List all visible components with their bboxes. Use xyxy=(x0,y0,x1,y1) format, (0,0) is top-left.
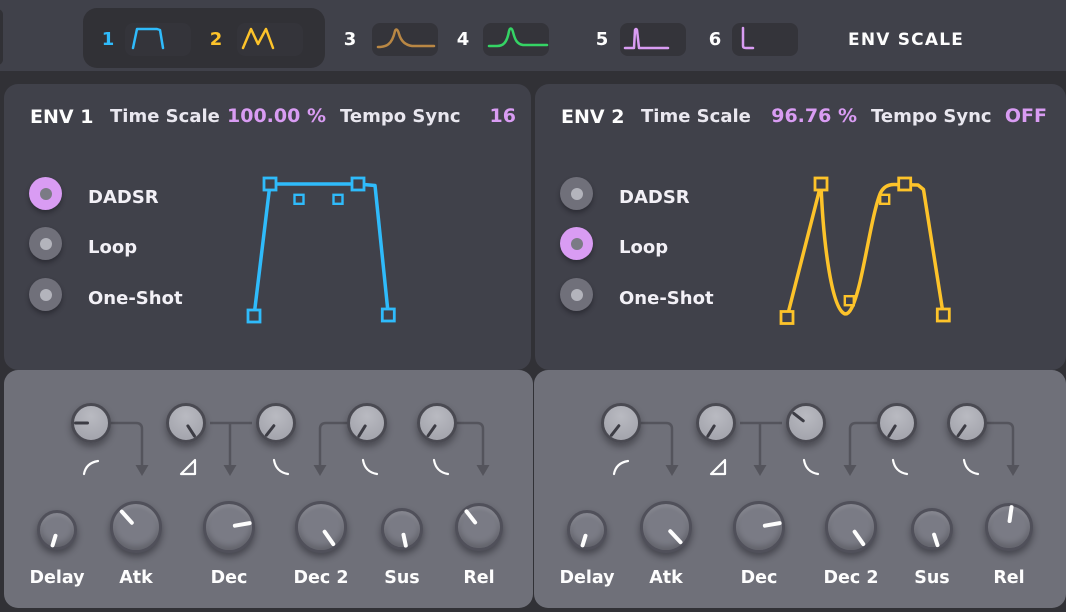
radio-dot xyxy=(40,188,52,200)
tab-env5-number[interactable]: 5 xyxy=(591,29,613,51)
env-scale-label[interactable]: ENV SCALE xyxy=(848,30,978,50)
tab-env3-number[interactable]: 3 xyxy=(339,29,361,51)
env1-rel-knob[interactable] xyxy=(455,503,503,551)
tab-env1-thumbnail[interactable] xyxy=(125,23,191,56)
curve-decay-icon xyxy=(363,460,377,474)
env2-mode-oneshot-radio[interactable] xyxy=(560,278,593,311)
radio-dot xyxy=(571,289,583,301)
env1-delay-knob[interactable] xyxy=(37,510,77,550)
env2-atk-knob-label: Atk xyxy=(621,568,711,588)
top-bar: 1 2 3 4 5 6 ENV SCALE xyxy=(0,0,1066,71)
env1-atk-knob[interactable] xyxy=(110,501,162,553)
env1-knob-section: DelayAtkDecDec 2SusRel xyxy=(4,370,533,608)
linear-ramp-icon xyxy=(181,460,195,474)
radio-dot xyxy=(571,238,583,250)
env1-attack-power-knob[interactable] xyxy=(166,403,206,443)
env2-rel-knob-label: Rel xyxy=(964,568,1054,588)
curve-decay-icon xyxy=(964,460,978,474)
env1-delay-knob-label: Delay xyxy=(12,568,102,588)
env2-mode-loop-label: Loop xyxy=(619,237,668,259)
env1-mode-dadsr-radio[interactable] xyxy=(29,177,62,210)
curve-rise-icon xyxy=(84,461,98,474)
env1-atk-knob-label: Atk xyxy=(91,568,181,588)
env1-rel-knob-label: Rel xyxy=(434,568,524,588)
left-edge-notch xyxy=(0,9,3,65)
env1-mode-oneshot-radio[interactable] xyxy=(29,278,62,311)
env2-attack-power-knob[interactable] xyxy=(696,403,736,443)
env2-knob-section: DelayAtkDecDec 2SusRel xyxy=(534,370,1066,608)
env2-dec2-knob-label: Dec 2 xyxy=(806,568,896,588)
env1-delay-power-knob[interactable] xyxy=(71,403,111,443)
env5-mini-curve xyxy=(620,23,686,56)
env2-decay-power-knob[interactable] xyxy=(786,403,826,443)
env1-time-scale-value[interactable]: 100.00 % xyxy=(194,105,326,127)
linear-ramp-icon xyxy=(711,460,725,474)
env2-atk-knob[interactable] xyxy=(640,501,692,553)
env4-mini-curve xyxy=(483,23,549,56)
env1-sus-knob[interactable] xyxy=(381,508,423,550)
env6-mini-curve xyxy=(732,23,798,56)
env2-release-power-knob[interactable] xyxy=(947,403,987,443)
curve-decay-icon xyxy=(434,460,448,474)
env1-panel: ENV 1 Time Scale 100.00 % Tempo Sync 16 … xyxy=(4,84,531,370)
env1-release-power-knob[interactable] xyxy=(417,403,457,443)
env2-dec-knob-label: Dec xyxy=(714,568,804,588)
curve-decay-icon xyxy=(274,460,288,474)
tab-env3-thumbnail[interactable] xyxy=(372,23,438,56)
env3-mini-curve xyxy=(372,23,438,56)
env2-mode-oneshot-label: One-Shot xyxy=(619,288,714,310)
tab-env6-number[interactable]: 6 xyxy=(704,29,726,51)
env1-mini-curve xyxy=(125,23,191,56)
env2-mode-dadsr-radio[interactable] xyxy=(560,177,593,210)
env2-delay-power-knob[interactable] xyxy=(601,403,641,443)
env2-rel-knob[interactable] xyxy=(985,503,1033,551)
radio-dot xyxy=(571,188,583,200)
env1-title: ENV 1 xyxy=(30,106,93,128)
env2-delay-knob[interactable] xyxy=(567,510,607,550)
tab-env1-number[interactable]: 1 xyxy=(97,29,119,51)
tab-env4-thumbnail[interactable] xyxy=(483,23,549,56)
tab-env6-thumbnail[interactable] xyxy=(732,23,798,56)
curve-rise-icon xyxy=(614,461,628,474)
env2-dec-knob[interactable] xyxy=(733,501,785,553)
env1-tempo-sync-value[interactable]: 16 xyxy=(434,105,516,127)
tab-env4-number[interactable]: 4 xyxy=(452,29,474,51)
env2-mode-dadsr-label: DADSR xyxy=(619,187,690,209)
env1-dec-knob[interactable] xyxy=(203,501,255,553)
env2-mode-loop-radio[interactable] xyxy=(560,227,593,260)
tab-env2-number[interactable]: 2 xyxy=(205,29,227,51)
env2-mini-curve xyxy=(237,23,303,56)
radio-dot xyxy=(40,289,52,301)
env1-decay2-power-knob[interactable] xyxy=(347,403,387,443)
env1-mode-dadsr-label: DADSR xyxy=(88,187,159,209)
env2-sus-knob[interactable] xyxy=(911,508,953,550)
env2-tempo-sync-value[interactable]: OFF xyxy=(965,105,1047,127)
env2-panel: ENV 2 Time Scale 96.76 % Tempo Sync OFF … xyxy=(535,84,1066,370)
env1-mode-oneshot-label: One-Shot xyxy=(88,288,183,310)
env2-decay2-power-knob[interactable] xyxy=(877,403,917,443)
curve-decay-icon xyxy=(804,460,818,474)
curve-decay-icon xyxy=(893,460,907,474)
env1-decay-power-knob[interactable] xyxy=(256,403,296,443)
env2-title: ENV 2 xyxy=(561,106,624,128)
env2-dec2-knob[interactable] xyxy=(825,501,877,553)
radio-dot xyxy=(40,238,52,250)
env2-time-scale-value[interactable]: 96.76 % xyxy=(725,105,857,127)
env1-dec2-knob-label: Dec 2 xyxy=(276,568,366,588)
env1-dec-knob-label: Dec xyxy=(184,568,274,588)
env1-dec2-knob[interactable] xyxy=(295,501,347,553)
tab-env5-thumbnail[interactable] xyxy=(620,23,686,56)
env2-delay-knob-label: Delay xyxy=(542,568,632,588)
tab-env2-thumbnail[interactable] xyxy=(237,23,303,56)
env1-mode-loop-label: Loop xyxy=(88,237,137,259)
env1-mode-loop-radio[interactable] xyxy=(29,227,62,260)
